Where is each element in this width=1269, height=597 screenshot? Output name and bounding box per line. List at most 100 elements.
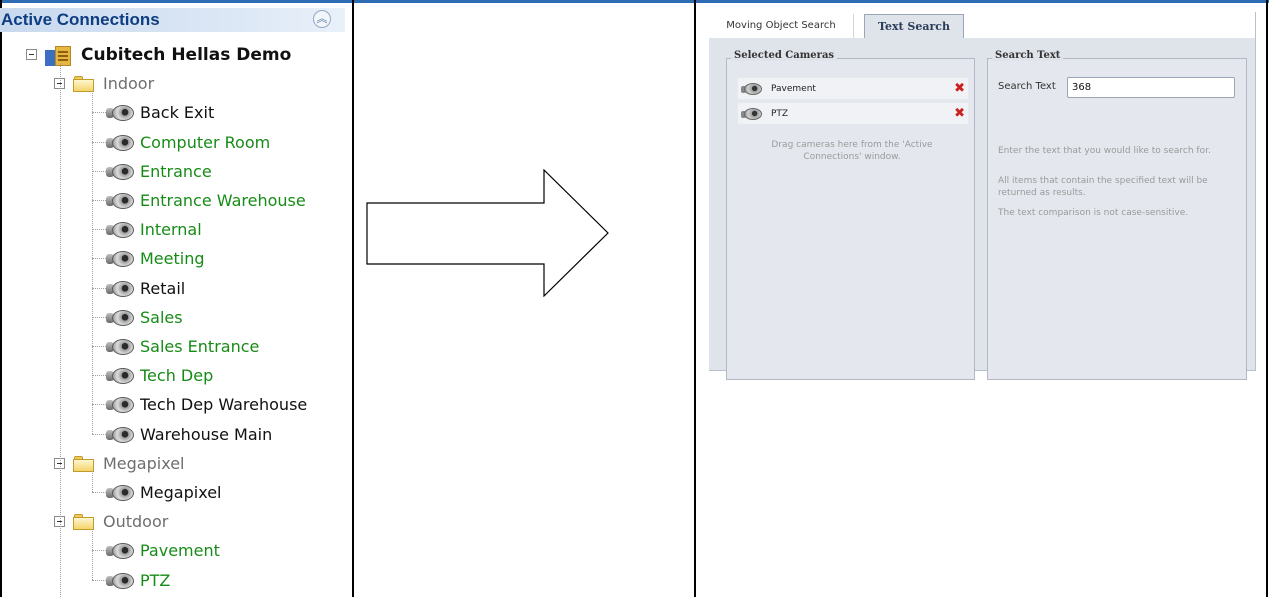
tree-guide-line bbox=[92, 529, 93, 580]
tree-camera-label: Internal bbox=[140, 220, 202, 239]
tree-camera-item[interactable]: Sales Entrance bbox=[106, 332, 259, 361]
tree-root[interactable]: Cubitech Hellas Demo bbox=[26, 40, 291, 69]
selected-camera-name: PTZ bbox=[771, 108, 789, 119]
tree-camera-item[interactable]: Entrance bbox=[106, 157, 212, 186]
camera-icon bbox=[106, 134, 134, 152]
tree-camera-item[interactable]: Sales bbox=[106, 303, 183, 332]
tree-camera-item[interactable]: PTZ bbox=[106, 566, 170, 595]
selected-camera-row[interactable]: Pavement ✖ bbox=[737, 77, 969, 100]
search-panel: Moving Object Search Text Search Selecte… bbox=[709, 12, 1256, 380]
top-accent-line bbox=[0, 0, 1269, 3]
tree-camera-label: Meeting bbox=[140, 249, 205, 268]
folder-icon bbox=[73, 455, 95, 472]
help-text-enter: Enter the text that you would like to se… bbox=[998, 146, 1211, 156]
tree-folder-label: Megapixel bbox=[103, 454, 185, 473]
tree-folder[interactable]: Outdoor bbox=[54, 507, 168, 536]
search-text-title: Search Text bbox=[992, 50, 1064, 61]
drag-hint: Drag cameras here from the 'Active Conne… bbox=[771, 140, 933, 162]
tab-text-search[interactable]: Text Search bbox=[864, 14, 964, 38]
folder-icon bbox=[73, 75, 95, 92]
tree-camera-item[interactable]: Megapixel bbox=[106, 478, 221, 507]
search-text-input[interactable] bbox=[1067, 77, 1235, 98]
tree-root-label: Cubitech Hellas Demo bbox=[81, 44, 292, 65]
tree-camera-label: Warehouse Main bbox=[140, 425, 273, 444]
chevrons-up-icon[interactable]: ︽ bbox=[313, 10, 331, 28]
tree-folder-label: Indoor bbox=[103, 74, 155, 93]
active-connections-header: Active Connections ︽ bbox=[0, 8, 345, 32]
right-arrow-icon bbox=[366, 169, 609, 297]
selected-camera-row[interactable]: PTZ ✖ bbox=[737, 102, 969, 125]
server-icon bbox=[45, 44, 71, 66]
camera-icon bbox=[106, 396, 134, 414]
tree-connector bbox=[92, 346, 106, 347]
search-text-group: Search Text Search Text Enter the text t… bbox=[987, 50, 1247, 380]
tree-guide-line bbox=[60, 63, 61, 597]
camera-icon bbox=[106, 572, 134, 590]
camera-icon bbox=[106, 484, 134, 502]
tree-camera-label: Computer Room bbox=[140, 133, 271, 152]
tree-camera-item[interactable]: Back Exit bbox=[106, 98, 214, 127]
tree-connector bbox=[92, 288, 106, 289]
tree-connector bbox=[92, 200, 106, 201]
collapse-toggle-icon[interactable] bbox=[26, 49, 37, 60]
selected-cameras-title: Selected Cameras bbox=[731, 50, 838, 61]
table-border-left bbox=[0, 0, 2, 597]
tree-connector bbox=[92, 580, 106, 581]
camera-icon bbox=[106, 104, 134, 122]
camera-icon bbox=[106, 367, 134, 385]
tree-camera-item[interactable]: Tech Dep bbox=[106, 361, 213, 390]
camera-icon bbox=[741, 107, 763, 120]
remove-icon[interactable]: ✖ bbox=[954, 107, 965, 120]
tree-camera-label: Tech Dep bbox=[140, 366, 214, 385]
tree-folder[interactable]: Indoor bbox=[54, 69, 154, 98]
tree-guide-line bbox=[92, 91, 93, 434]
selected-cameras-group: Selected Cameras Pavement ✖ PTZ ✖ Drag c… bbox=[726, 50, 975, 380]
tree-connector bbox=[92, 434, 106, 435]
tree-camera-label: Sales Entrance bbox=[140, 337, 260, 356]
folder-icon bbox=[73, 513, 95, 530]
tree-connector bbox=[92, 492, 106, 493]
camera-icon bbox=[106, 163, 134, 181]
tree-camera-label: Sales bbox=[140, 308, 183, 327]
tree-camera-label: Pavement bbox=[140, 541, 220, 560]
tree-camera-item[interactable]: Computer Room bbox=[106, 128, 270, 157]
remove-icon[interactable]: ✖ bbox=[954, 82, 965, 95]
camera-icon bbox=[106, 221, 134, 239]
table-divider-1 bbox=[352, 0, 354, 597]
tree-camera-item[interactable]: Warehouse Main bbox=[106, 420, 272, 449]
tree-connector bbox=[92, 171, 106, 172]
help-text-results: All items that contain the specified tex… bbox=[998, 176, 1208, 198]
tree-connector bbox=[92, 550, 106, 551]
tab-moving-object-search[interactable]: Moving Object Search bbox=[709, 14, 854, 38]
tree-connector bbox=[92, 404, 106, 405]
camera-icon bbox=[106, 309, 134, 327]
camera-icon bbox=[106, 542, 134, 560]
tree-camera-label: Back Exit bbox=[140, 103, 215, 122]
tree-connector bbox=[92, 375, 106, 376]
tree-camera-item[interactable]: Pavement bbox=[106, 536, 220, 565]
tree-camera-label: PTZ bbox=[140, 571, 171, 590]
tree-connector bbox=[92, 142, 106, 143]
tree-folder[interactable]: Megapixel bbox=[54, 449, 184, 478]
camera-icon bbox=[741, 82, 763, 95]
panel-title: Active Connections bbox=[1, 10, 160, 29]
camera-icon bbox=[106, 338, 134, 356]
tree-camera-item[interactable]: Retail bbox=[106, 274, 185, 303]
tree-camera-item[interactable]: Tech Dep Warehouse bbox=[106, 390, 307, 419]
camera-icon bbox=[106, 250, 134, 268]
camera-icon bbox=[106, 192, 134, 210]
tree-camera-label: Megapixel bbox=[140, 483, 222, 502]
tree-camera-label: Entrance Warehouse bbox=[140, 191, 306, 210]
tab-strip: Moving Object Search Text Search bbox=[709, 12, 1255, 38]
table-border-right bbox=[1266, 0, 1268, 597]
tree-connector bbox=[92, 258, 106, 259]
tree-camera-item[interactable]: Entrance Warehouse bbox=[106, 186, 306, 215]
tree-connector bbox=[92, 317, 106, 318]
selected-camera-name: Pavement bbox=[771, 83, 816, 94]
tree-camera-item[interactable]: Meeting bbox=[106, 244, 205, 273]
camera-icon bbox=[106, 280, 134, 298]
tree-camera-item[interactable]: Internal bbox=[106, 215, 202, 244]
camera-icon bbox=[106, 426, 134, 444]
tree-connector bbox=[92, 112, 106, 113]
search-text-label: Search Text bbox=[998, 81, 1056, 92]
